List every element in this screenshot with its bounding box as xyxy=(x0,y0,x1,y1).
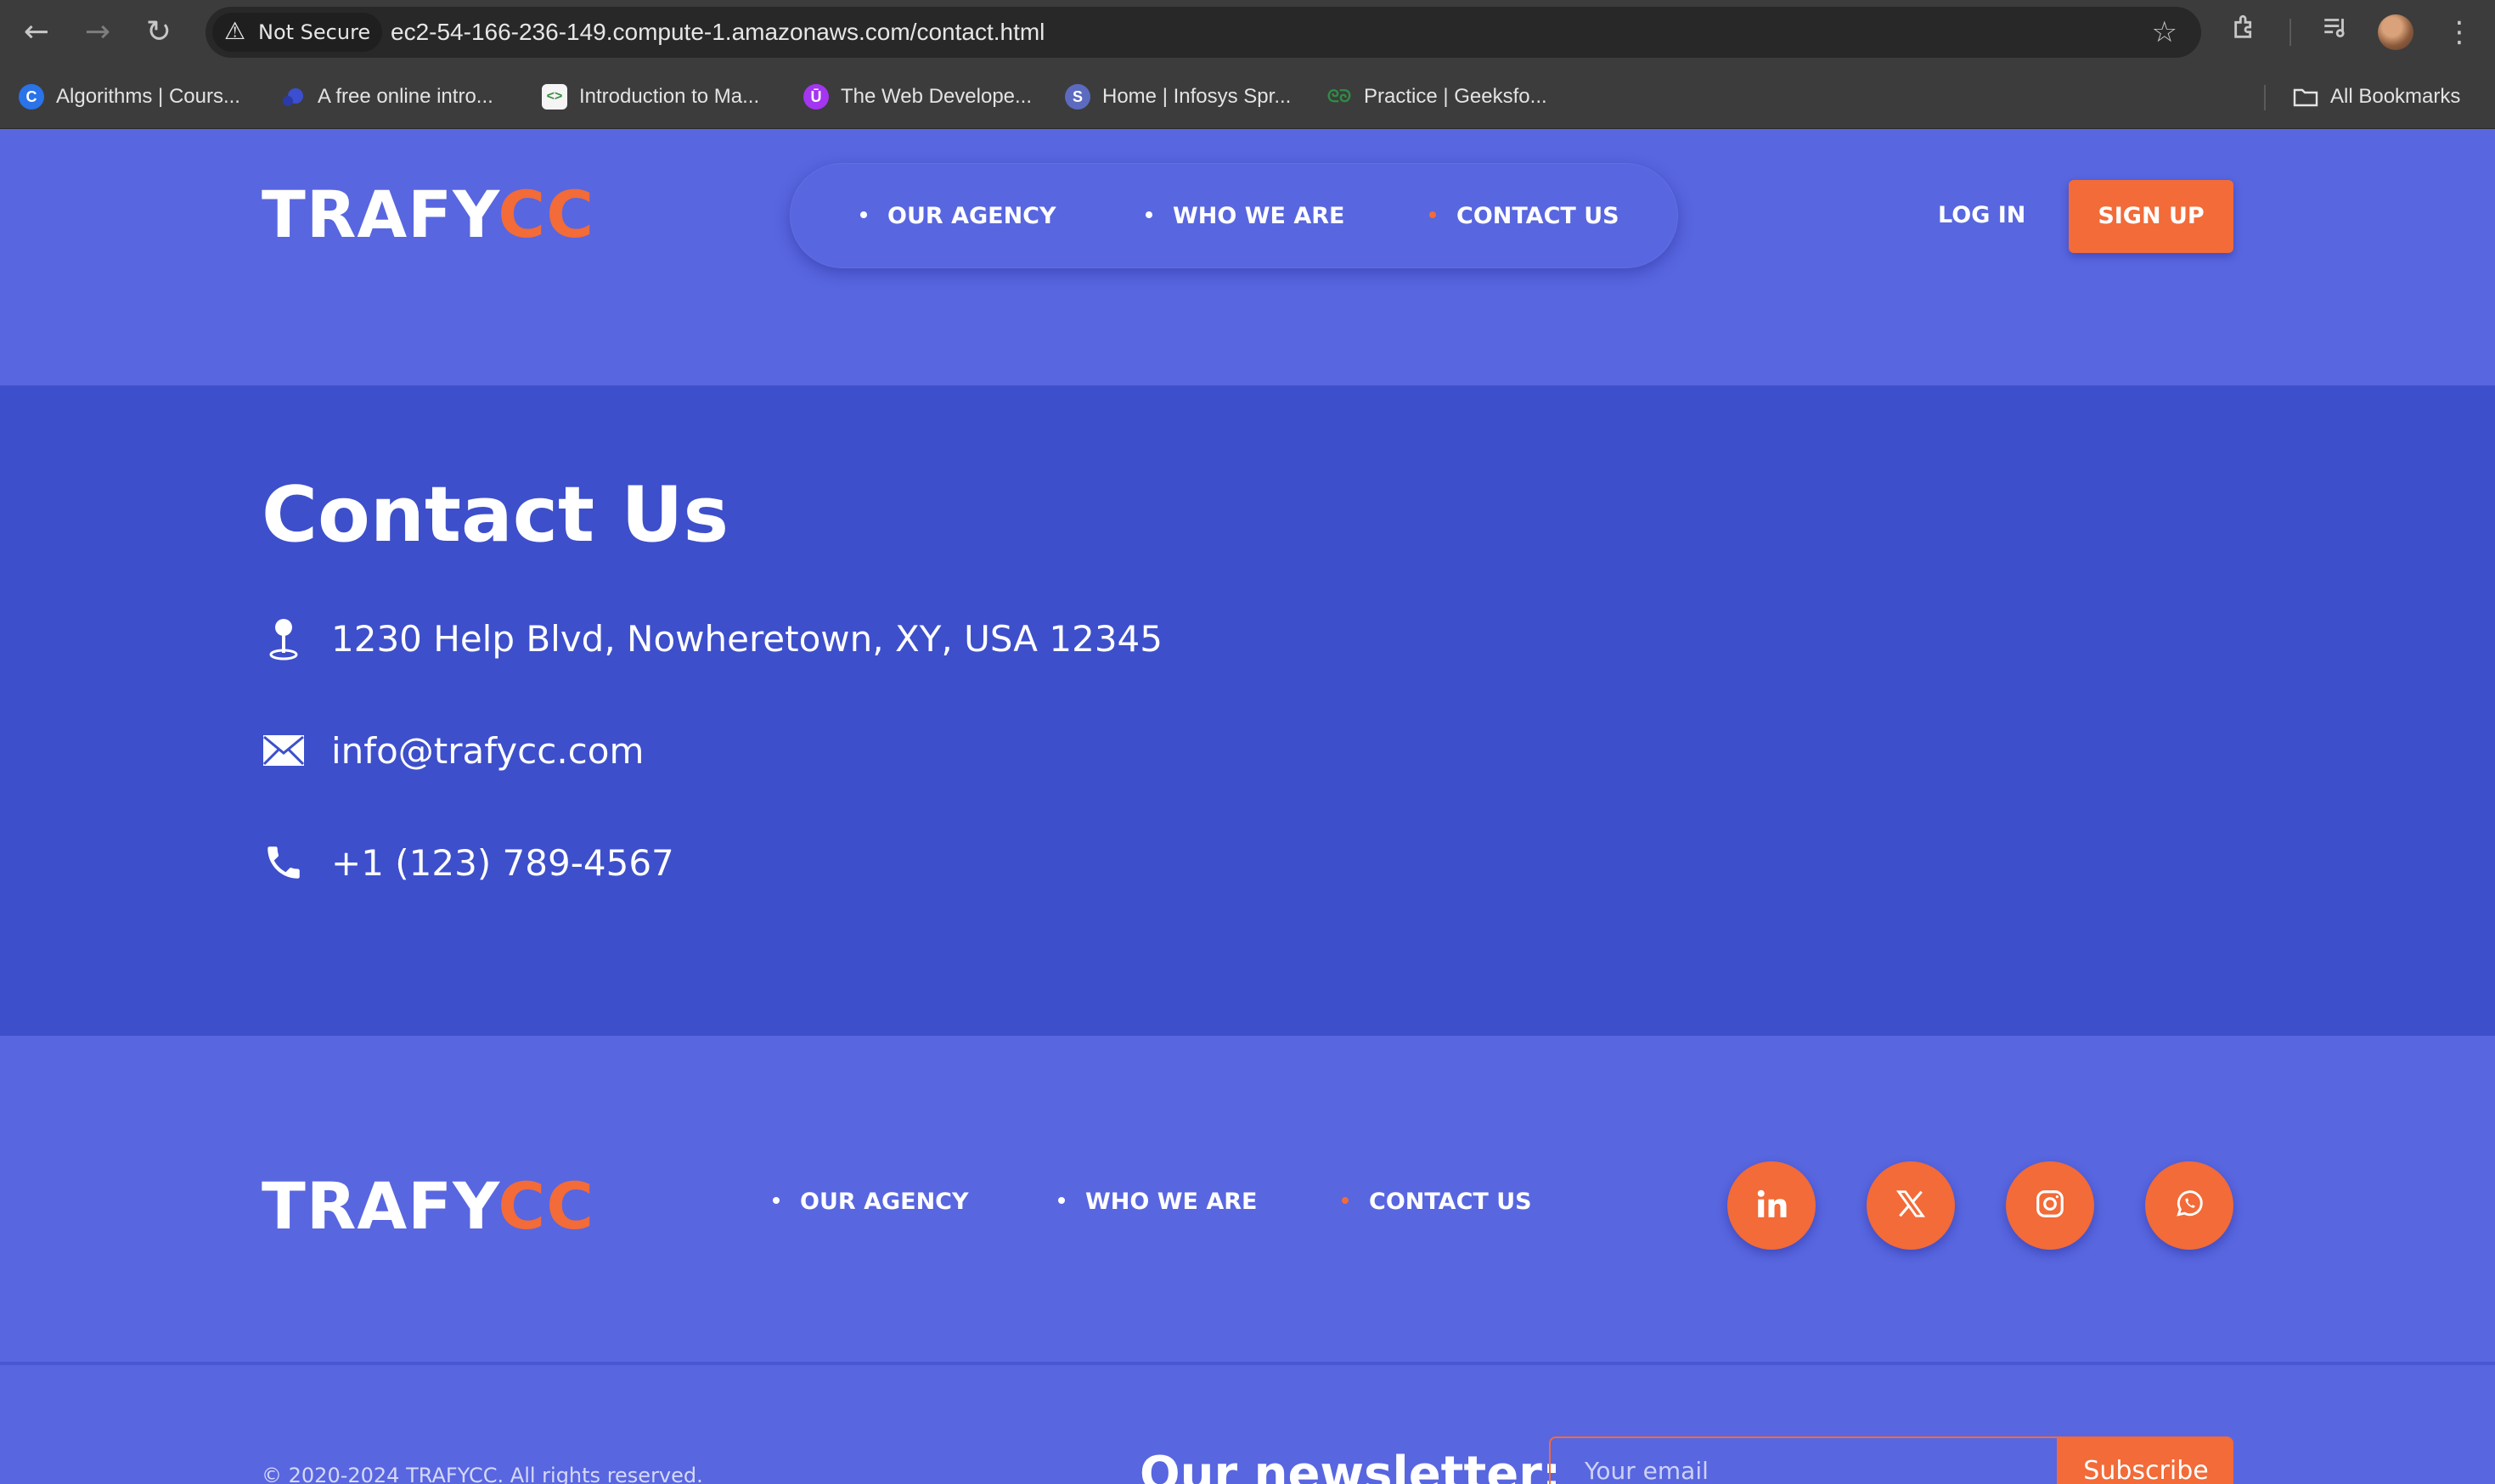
contact-section: Contact Us 1230 Help Blvd, Nowheretown, … xyxy=(0,385,2495,1036)
site-footer: TRAFYCC OUR AGENCY WHO WE ARE CONTACT US… xyxy=(0,1036,2495,1484)
warning-icon: ⚠ xyxy=(224,17,246,45)
logo-accent-text: CC xyxy=(498,177,594,252)
logo-main-text: TRAFY xyxy=(262,1168,498,1244)
linkedin-icon xyxy=(1754,1186,1789,1225)
x-icon xyxy=(1895,1188,1927,1223)
whatsapp-icon xyxy=(2173,1188,2205,1223)
forward-icon[interactable]: → xyxy=(78,13,117,52)
contact-email: info@trafycc.com xyxy=(262,725,644,776)
logo-main-text: TRAFY xyxy=(262,177,498,252)
logo-accent-text: CC xyxy=(498,1168,594,1244)
subscribe-button[interactable]: Subscribe xyxy=(2059,1436,2233,1484)
bookmarks-divider xyxy=(2264,85,2266,110)
nav-contact-us[interactable]: CONTACT US xyxy=(1429,164,1619,269)
all-bookmarks-label: All Bookmarks xyxy=(2330,85,2461,108)
nav-bullet xyxy=(860,211,867,218)
nav-who-we-are[interactable]: WHO WE ARE xyxy=(1146,164,1345,269)
contact-address: 1230 Help Blvd, Nowheretown, XY, USA 123… xyxy=(262,613,1163,664)
profile-avatar[interactable] xyxy=(2378,14,2413,50)
email-text[interactable]: info@trafycc.com xyxy=(331,730,644,772)
instagram-button[interactable] xyxy=(2006,1161,2094,1250)
nav-bullet xyxy=(1058,1196,1065,1204)
location-pin-icon xyxy=(262,616,306,660)
site-logo[interactable]: TRAFYCC xyxy=(262,177,594,252)
bookmark-item[interactable]: ᘓᘐ Practice | Geeksfo... xyxy=(1326,81,1547,113)
whatsapp-button[interactable] xyxy=(2145,1161,2233,1250)
reload-icon[interactable]: ↻ xyxy=(139,13,178,52)
security-label: Not Secure xyxy=(258,20,371,44)
address-text: 1230 Help Blvd, Nowheretown, XY, USA 123… xyxy=(331,617,1163,660)
page-title: Contact Us xyxy=(262,470,729,559)
main-nav: OUR AGENCY WHO WE ARE CONTACT US xyxy=(790,163,1678,268)
browser-chrome: ← → ↻ ⚠ Not Secure ec2-54-166-236-149.co… xyxy=(0,0,2495,129)
linkedin-button[interactable] xyxy=(1727,1161,1816,1250)
udemy-icon: Ū xyxy=(803,84,829,110)
instagram-icon xyxy=(2034,1188,2066,1223)
bookmark-label: Introduction to Ma... xyxy=(579,85,760,108)
all-bookmarks-button[interactable]: All Bookmarks xyxy=(2293,81,2460,113)
browser-toolbar: ← → ↻ ⚠ Not Secure ec2-54-166-236-149.co… xyxy=(0,0,2495,65)
browser-menu-icon[interactable]: ⋮ xyxy=(2439,12,2480,53)
bookmark-label: Practice | Geeksfo... xyxy=(1364,85,1547,108)
x-button[interactable] xyxy=(1867,1161,1955,1250)
geeksforgeeks-icon: ᘓᘐ xyxy=(1326,87,1352,106)
bookmark-item[interactable]: S Home | Infosys Spr... xyxy=(1065,81,1291,113)
nav-bullet xyxy=(1146,211,1152,218)
bookmark-label: A free online intro... xyxy=(318,85,493,108)
nav-label: CONTACT US xyxy=(1369,1189,1532,1215)
envelope-icon xyxy=(262,728,306,773)
site-header: TRAFYCC OUR AGENCY WHO WE ARE CONTACT US… xyxy=(0,129,2495,385)
bookmark-label: Algorithms | Cours... xyxy=(56,85,240,108)
contact-phone: +1 (123) 789-4567 xyxy=(262,837,674,888)
signup-button[interactable]: SIGN UP xyxy=(2069,180,2233,253)
nav-label: CONTACT US xyxy=(1456,203,1619,229)
security-chip[interactable]: ⚠ Not Secure xyxy=(212,13,382,52)
footer-nav-contact-us[interactable]: CONTACT US xyxy=(1342,1185,1532,1219)
nav-label: OUR AGENCY xyxy=(887,203,1056,229)
url-text[interactable]: ec2-54-166-236-149.compute-1.amazonaws.c… xyxy=(391,7,1045,58)
phone-text[interactable]: +1 (123) 789-4567 xyxy=(331,842,674,884)
back-icon[interactable]: ← xyxy=(17,13,56,52)
bookmark-item[interactable]: C Algorithms | Cours... xyxy=(19,81,240,113)
code-icon: <> xyxy=(542,84,567,110)
bookmark-item[interactable]: A free online intro... xyxy=(280,81,493,113)
nav-label: OUR AGENCY xyxy=(800,1189,969,1215)
copyright-text: © 2020-2024 TRAFYCC. All rights reserved… xyxy=(262,1464,703,1484)
bookmark-item[interactable]: Ū The Web Develope... xyxy=(803,81,1032,113)
bookmarks-bar: C Algorithms | Cours... A free online in… xyxy=(0,65,2495,129)
newsletter-label: Our newsletter: xyxy=(1140,1447,1562,1484)
login-link[interactable]: LOG IN xyxy=(1938,199,2025,233)
bookmark-label: Home | Infosys Spr... xyxy=(1102,85,1292,108)
footer-logo[interactable]: TRAFYCC xyxy=(262,1168,594,1244)
phone-icon xyxy=(262,840,306,885)
coursera-icon: C xyxy=(19,84,44,110)
newsletter-email-input[interactable] xyxy=(1549,1436,2059,1484)
nav-bullet-active xyxy=(1429,211,1436,218)
folder-icon xyxy=(2293,84,2318,110)
nav-label: WHO WE ARE xyxy=(1085,1189,1258,1215)
nav-bullet xyxy=(773,1196,780,1204)
footer-divider xyxy=(0,1362,2495,1365)
toolbar-divider xyxy=(2289,19,2291,46)
media-controls-icon[interactable] xyxy=(2315,12,2356,53)
springboard-icon: S xyxy=(1065,84,1090,110)
extensions-icon[interactable] xyxy=(2225,12,2266,53)
footer-nav-who-we-are[interactable]: WHO WE ARE xyxy=(1058,1185,1258,1219)
footer-nav-our-agency[interactable]: OUR AGENCY xyxy=(773,1185,969,1219)
address-bar[interactable]: ⚠ Not Secure ec2-54-166-236-149.compute-… xyxy=(206,7,2201,58)
nav-bullet-active xyxy=(1342,1196,1349,1204)
bookmark-item[interactable]: <> Introduction to Ma... xyxy=(542,81,759,113)
nav-label: WHO WE ARE xyxy=(1173,203,1345,229)
shape-icon xyxy=(280,84,306,110)
bookmark-star-icon[interactable]: ☆ xyxy=(2152,7,2177,58)
nav-our-agency[interactable]: OUR AGENCY xyxy=(860,164,1056,269)
bookmark-label: The Web Develope... xyxy=(841,85,1033,108)
